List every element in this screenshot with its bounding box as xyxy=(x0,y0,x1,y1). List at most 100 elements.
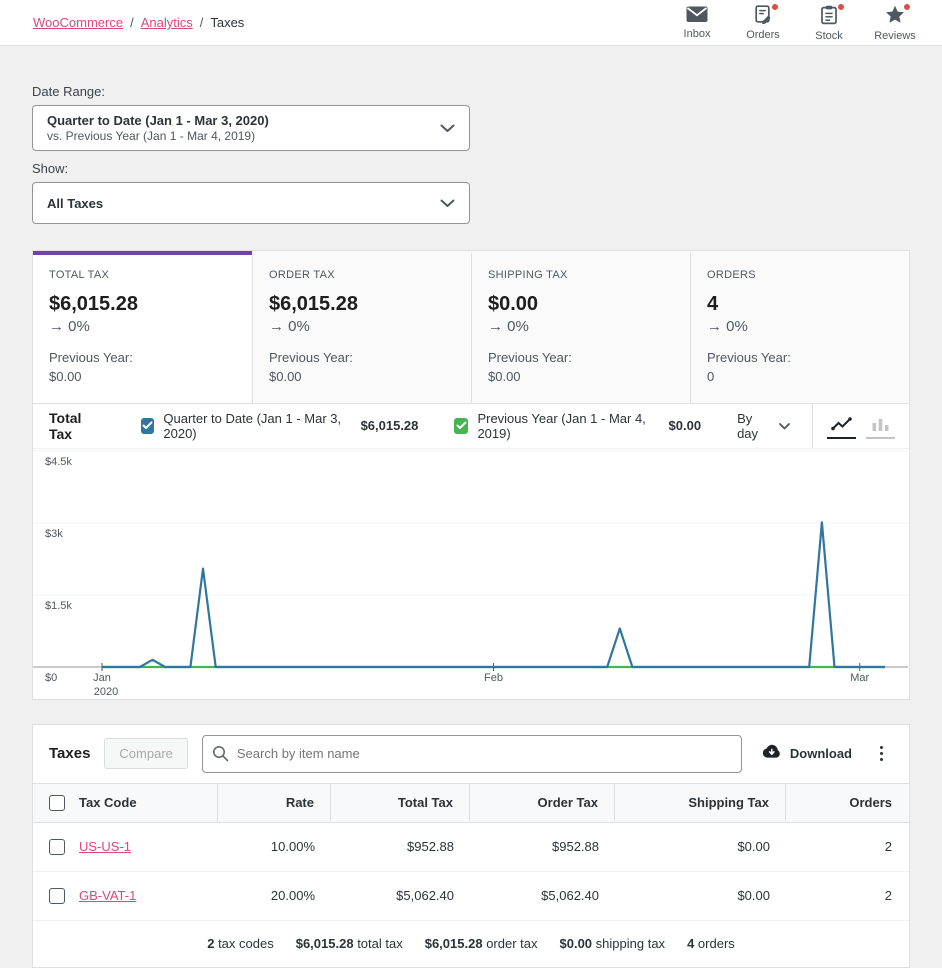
show-filter-select[interactable]: All Taxes xyxy=(32,182,470,224)
interval-select[interactable]: By day xyxy=(737,411,812,441)
column-header-total-tax[interactable]: Total Tax xyxy=(331,784,470,822)
summary-orders: 4 orders xyxy=(687,935,735,951)
show-filter-value: All Taxes xyxy=(47,195,104,211)
reviews-label: Reviews xyxy=(874,30,916,42)
reviews-pending-badge xyxy=(903,3,911,11)
table-menu-kebab-icon[interactable] xyxy=(870,742,893,765)
summary-card-label: TOTAL TAX xyxy=(49,269,110,281)
summary-card-value: $6,015.28 xyxy=(49,293,138,315)
summary-card-delta: → 0% xyxy=(707,318,748,335)
inbox-button[interactable]: Inbox xyxy=(664,0,730,43)
orders-cell: 2 xyxy=(884,888,892,904)
tax-code-link[interactable]: GB-VAT-1 xyxy=(79,888,136,903)
rate-cell: 10.00% xyxy=(270,839,315,855)
tax-line-chart[interactable]: $0 $1.5k $3k $4.5k Jan Feb Mar 2020 xyxy=(33,449,909,699)
summary-tax-codes: 2 tax codes xyxy=(207,935,274,951)
admin-top-bar: WooCommerce / Analytics / Taxes Inbox Or… xyxy=(0,0,942,46)
search-input[interactable] xyxy=(201,734,742,773)
column-header-orders[interactable]: Orders xyxy=(786,784,908,821)
summary-total-tax: $6,015.28 total tax xyxy=(295,935,403,951)
legend-previous-year[interactable]: Previous Year (Jan 1 - Mar 4, 2019) $0.0… xyxy=(454,411,701,441)
x-axis-tick-label: Jan xyxy=(93,671,111,684)
stock-alert-badge xyxy=(837,3,845,11)
summary-card-previous: Previous Year: 0 xyxy=(707,350,791,384)
date-range-compare-value: vs. Previous Year (Jan 1 - Mar 4, 2019) xyxy=(47,129,256,143)
row-checkbox[interactable] xyxy=(49,838,65,855)
chevron-down-icon xyxy=(779,418,790,433)
summary-card-value: $0.00 xyxy=(488,293,539,315)
trend-arrow-icon: → xyxy=(49,318,64,335)
summary-card-value: 4 xyxy=(707,293,719,315)
inbox-icon xyxy=(686,5,708,26)
stock-label: Stock xyxy=(815,30,843,42)
summary-card-label: ORDER TAX xyxy=(269,269,335,281)
search-field xyxy=(201,734,742,773)
summary-card-orders[interactable]: ORDERS 4 → 0% Previous Year: 0 xyxy=(690,251,909,403)
table-row: US-US-1 10.00% $952.88 $952.88 $0.00 2 xyxy=(33,823,909,872)
tax-code-link[interactable]: US-US-1 xyxy=(79,839,131,854)
orders-button[interactable]: Orders xyxy=(730,0,796,44)
summary-numbers: TOTAL TAX $6,015.28 → 0% Previous Year: $… xyxy=(32,250,910,403)
reviews-star-icon xyxy=(885,5,905,28)
summary-card-order-tax[interactable]: ORDER TAX $6,015.28 → 0% Previous Year: $… xyxy=(252,251,471,403)
date-range-select[interactable]: Quarter to Date (Jan 1 - Mar 3, 2020) vs… xyxy=(32,105,470,151)
breadcrumb-separator: / xyxy=(199,15,204,30)
summary-shipping-tax: $0.00 shipping tax xyxy=(559,935,666,951)
x-axis-tick-label: Feb xyxy=(484,671,503,684)
summary-card-shipping-tax[interactable]: SHIPPING TAX $0.00 → 0% Previous Year: $0… xyxy=(471,251,690,403)
table-header-row: Tax Code Rate Total Tax Order Tax Shippi… xyxy=(33,782,909,823)
legend-label: Previous Year (Jan 1 - Mar 4, 2019) xyxy=(477,410,646,441)
search-icon xyxy=(212,745,229,765)
rate-cell: 20.00% xyxy=(270,888,315,904)
breadcrumb-woocommerce-link[interactable]: WooCommerce xyxy=(33,15,123,30)
stock-button[interactable]: Stock xyxy=(796,0,862,45)
y-axis-tick-label: $0 xyxy=(45,671,58,684)
summary-card-total-tax[interactable]: TOTAL TAX $6,015.28 → 0% Previous Year: $… xyxy=(33,251,252,403)
order-tax-cell: $952.88 xyxy=(552,839,599,855)
interval-value: By day xyxy=(737,410,759,441)
column-header-tax-code[interactable]: Tax Code xyxy=(33,783,218,822)
shipping-tax-cell: $0.00 xyxy=(737,888,770,904)
trend-arrow-icon: → xyxy=(707,318,722,335)
select-all-checkbox[interactable] xyxy=(49,794,65,811)
total-tax-cell: $5,062.40 xyxy=(396,888,454,904)
breadcrumb-analytics-link[interactable]: Analytics xyxy=(141,15,193,30)
taxes-table: Tax Code Rate Total Tax Order Tax Shippi… xyxy=(33,782,909,967)
summary-card-label: ORDERS xyxy=(707,269,756,281)
date-range-label: Date Range: xyxy=(32,84,105,99)
order-tax-cell: $5,062.40 xyxy=(541,888,599,904)
checked-checkbox-icon[interactable] xyxy=(140,417,155,434)
breadcrumb: WooCommerce / Analytics / Taxes xyxy=(33,15,244,30)
breadcrumb-current-page: Taxes xyxy=(210,15,245,30)
y-axis-tick-label: $1.5k xyxy=(45,599,72,612)
column-header-rate[interactable]: Rate xyxy=(218,784,331,822)
orders-cell: 2 xyxy=(884,839,892,855)
chevron-down-icon xyxy=(440,121,455,136)
legend-label: Quarter to Date (Jan 1 - Mar 3, 2020) xyxy=(163,410,342,441)
orders-icon xyxy=(753,5,773,27)
summary-card-label: SHIPPING TAX xyxy=(488,269,568,281)
row-checkbox[interactable] xyxy=(49,887,65,904)
table-row: GB-VAT-1 20.00% $5,062.40 $5,062.40 $0.0… xyxy=(33,872,909,921)
download-label: Download xyxy=(789,746,852,762)
column-header-shipping-tax[interactable]: Shipping Tax xyxy=(615,784,786,822)
compare-button[interactable]: Compare xyxy=(104,738,188,770)
checked-checkbox-icon[interactable] xyxy=(454,417,469,434)
line-chart-icon[interactable] xyxy=(827,413,856,439)
column-header-order-tax[interactable]: Order Tax xyxy=(470,784,615,822)
reviews-button[interactable]: Reviews xyxy=(862,0,928,45)
trend-arrow-icon: → xyxy=(269,318,284,335)
summary-card-previous: Previous Year: $0.00 xyxy=(488,350,572,384)
table-summary-row: 2 tax codes $6,015.28 total tax $6,015.2… xyxy=(33,921,909,967)
inbox-label: Inbox xyxy=(683,28,711,40)
chart-type-toggle xyxy=(812,403,909,448)
bar-chart-icon[interactable] xyxy=(866,413,895,439)
stock-icon xyxy=(820,5,838,28)
date-range-value: Quarter to Date (Jan 1 - Mar 3, 2020) xyxy=(47,113,269,128)
cloud-download-icon xyxy=(760,744,782,763)
breadcrumb-separator: / xyxy=(130,15,134,30)
download-button[interactable]: Download xyxy=(756,738,856,769)
table-title: Taxes xyxy=(49,745,91,763)
summary-card-previous: Previous Year: $0.00 xyxy=(49,350,133,384)
legend-current-period[interactable]: Quarter to Date (Jan 1 - Mar 3, 2020) $6… xyxy=(140,410,418,441)
